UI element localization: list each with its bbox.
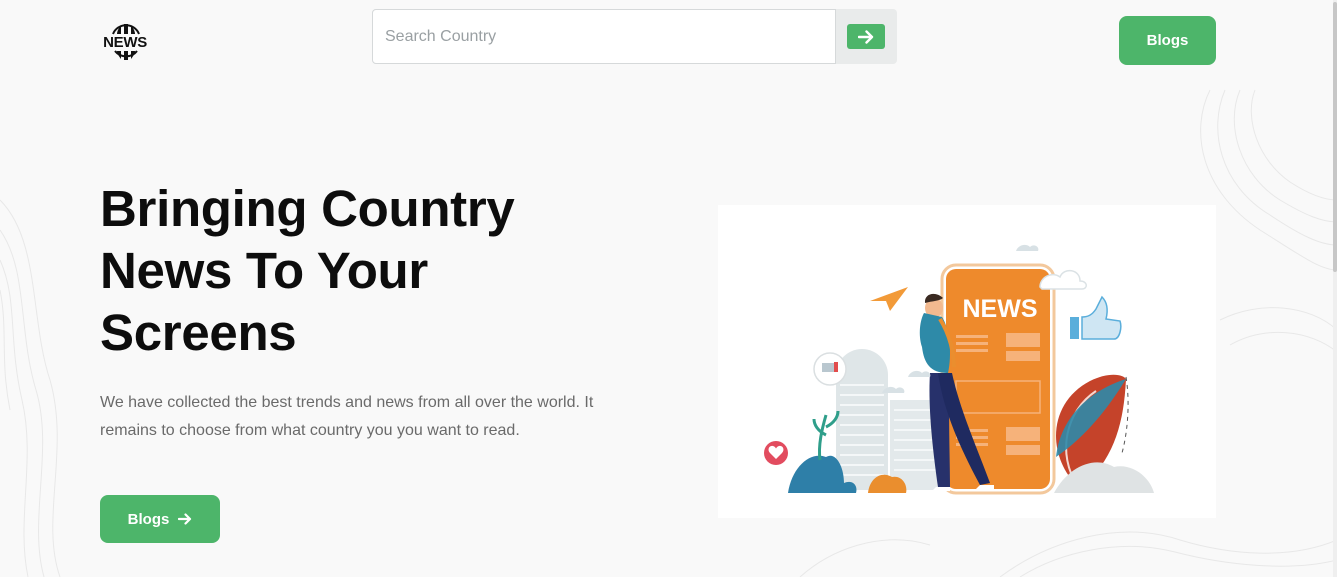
arrow-right-icon bbox=[858, 29, 874, 44]
site-logo[interactable]: NEWS bbox=[99, 24, 153, 60]
hero-blogs-label: Blogs bbox=[127, 510, 170, 528]
search-input[interactable] bbox=[372, 9, 836, 64]
thumbs-up-icon bbox=[1070, 295, 1122, 340]
search-submit-button[interactable] bbox=[847, 24, 885, 49]
news-reader-illustration: NEWS bbox=[764, 244, 1154, 495]
hero-illustration: NEWS bbox=[718, 205, 1216, 518]
hero-blogs-button[interactable]: Blogs bbox=[100, 495, 220, 543]
scrollbar-thumb[interactable] bbox=[1333, 2, 1337, 272]
search-bar bbox=[372, 9, 897, 64]
logo-text: NEWS bbox=[103, 34, 147, 51]
dislike-bubble-icon bbox=[813, 352, 847, 386]
hero-description: We have collected the best trends and ne… bbox=[100, 394, 594, 439]
nav-blogs-label: Blogs bbox=[1146, 32, 1189, 49]
hero-title: Bringing Country News To Your Screens bbox=[100, 180, 515, 361]
nav-blogs-button[interactable]: Blogs bbox=[1119, 16, 1216, 65]
heart-icon bbox=[764, 441, 788, 465]
cloud-icon bbox=[1016, 244, 1039, 251]
arrow-right-icon bbox=[178, 513, 192, 525]
leaf-plant bbox=[812, 410, 840, 461]
cloud-icon bbox=[908, 370, 931, 377]
phone-news-text: NEWS bbox=[963, 295, 1038, 323]
paper-plane-icon bbox=[870, 287, 908, 311]
page-scrollbar[interactable] bbox=[1333, 0, 1337, 577]
